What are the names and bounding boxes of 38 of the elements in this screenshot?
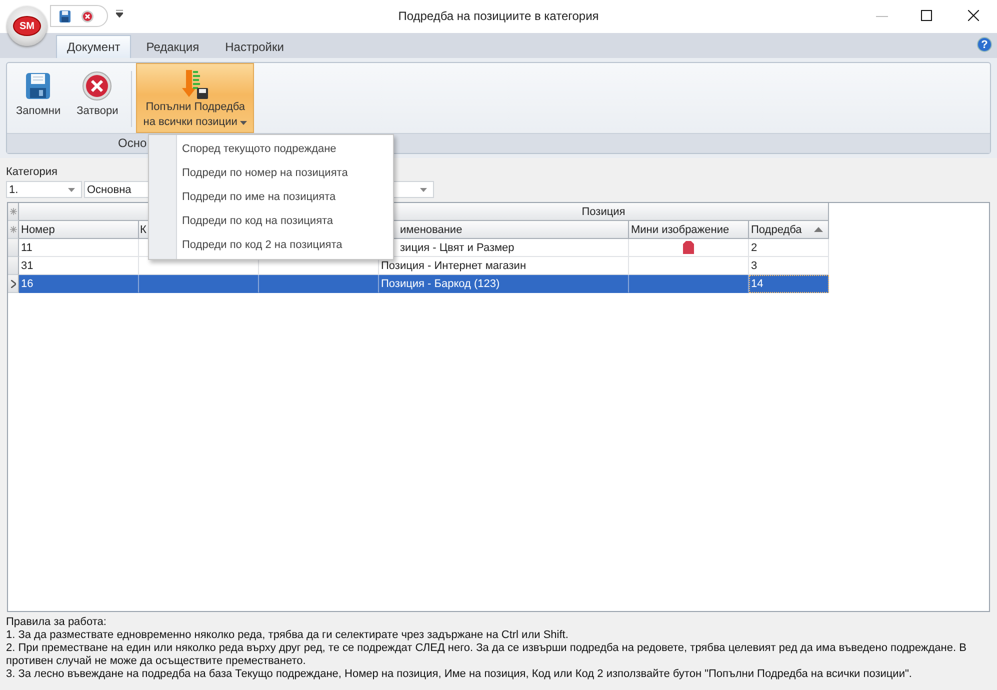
ribbon-tab[interactable]: Редакция [135, 35, 210, 58]
ribbon-button[interactable]: Запомни [9, 63, 68, 133]
column-header[interactable]: Номер [19, 221, 139, 239]
column-header[interactable]: Мини изображение [629, 221, 749, 239]
ribbon-button[interactable]: Затвори [70, 63, 126, 133]
close-icon[interactable] [968, 10, 979, 21]
sort-fill-icon [180, 68, 210, 100]
window-title: Подредба на позициите в категория [397, 9, 600, 23]
table-cell: Позиция - Баркод (123) [379, 275, 629, 293]
help-button[interactable]: ? [977, 37, 992, 52]
category-label: Категория [6, 166, 58, 178]
customize-caret-icon[interactable] [116, 10, 123, 18]
menu-item[interactable]: Според текущото подреждане [149, 137, 393, 161]
table-cell: 11 [19, 239, 139, 257]
column-header[interactable]: Подредба [749, 221, 829, 239]
close-icon [82, 71, 112, 101]
table-cell: 16 [19, 275, 139, 293]
asterisk-icon [10, 208, 16, 215]
dropdown-caret-icon[interactable] [420, 188, 427, 192]
rule-text: 1. За да размествате едновременно няколко реда, трябва да ги селектирате чрез задържане на Ctrl или Shift. [6, 629, 570, 642]
menu-item[interactable]: Подреди по номер на позицията [149, 161, 393, 185]
row-indicator[interactable] [8, 275, 19, 293]
rules-title: Правила за работа: [6, 616, 108, 629]
table-cell: 14 [749, 275, 829, 293]
dropdown-caret-icon[interactable] [68, 188, 75, 192]
ribbon-tab[interactable]: Настройки [214, 35, 295, 58]
rule-text: 2. При преместване на един или няколко реда върху друг ред, те се подреждат СЛЕД него. За да се извърши подредба на редовете, трябва целевият ред да има въведено подреждане. В противен случай не може да осъществите преместването. [6, 642, 968, 668]
maximize-icon[interactable] [921, 10, 932, 21]
table-cell: 2 [749, 239, 829, 257]
category-code-combo[interactable]: 1. [6, 181, 82, 198]
save-icon[interactable] [59, 10, 71, 22]
group-label: Осно [118, 136, 147, 150]
app-logo[interactable]: SM [7, 6, 47, 46]
rule-text: 3. За лесно въвеждане на подредба на база Текущо подреждане, Номер на позиция, Име на позиция, Код или Код 2 използвайте бутон "Попълни Подредба на всички позиции". [6, 668, 913, 681]
asterisk-icon [10, 226, 16, 233]
current-row-icon [10, 280, 16, 288]
ribbon-tab[interactable]: Документ [56, 35, 132, 58]
ribbon-button[interactable]: Попълни Подредба на всички позиции [136, 63, 254, 133]
